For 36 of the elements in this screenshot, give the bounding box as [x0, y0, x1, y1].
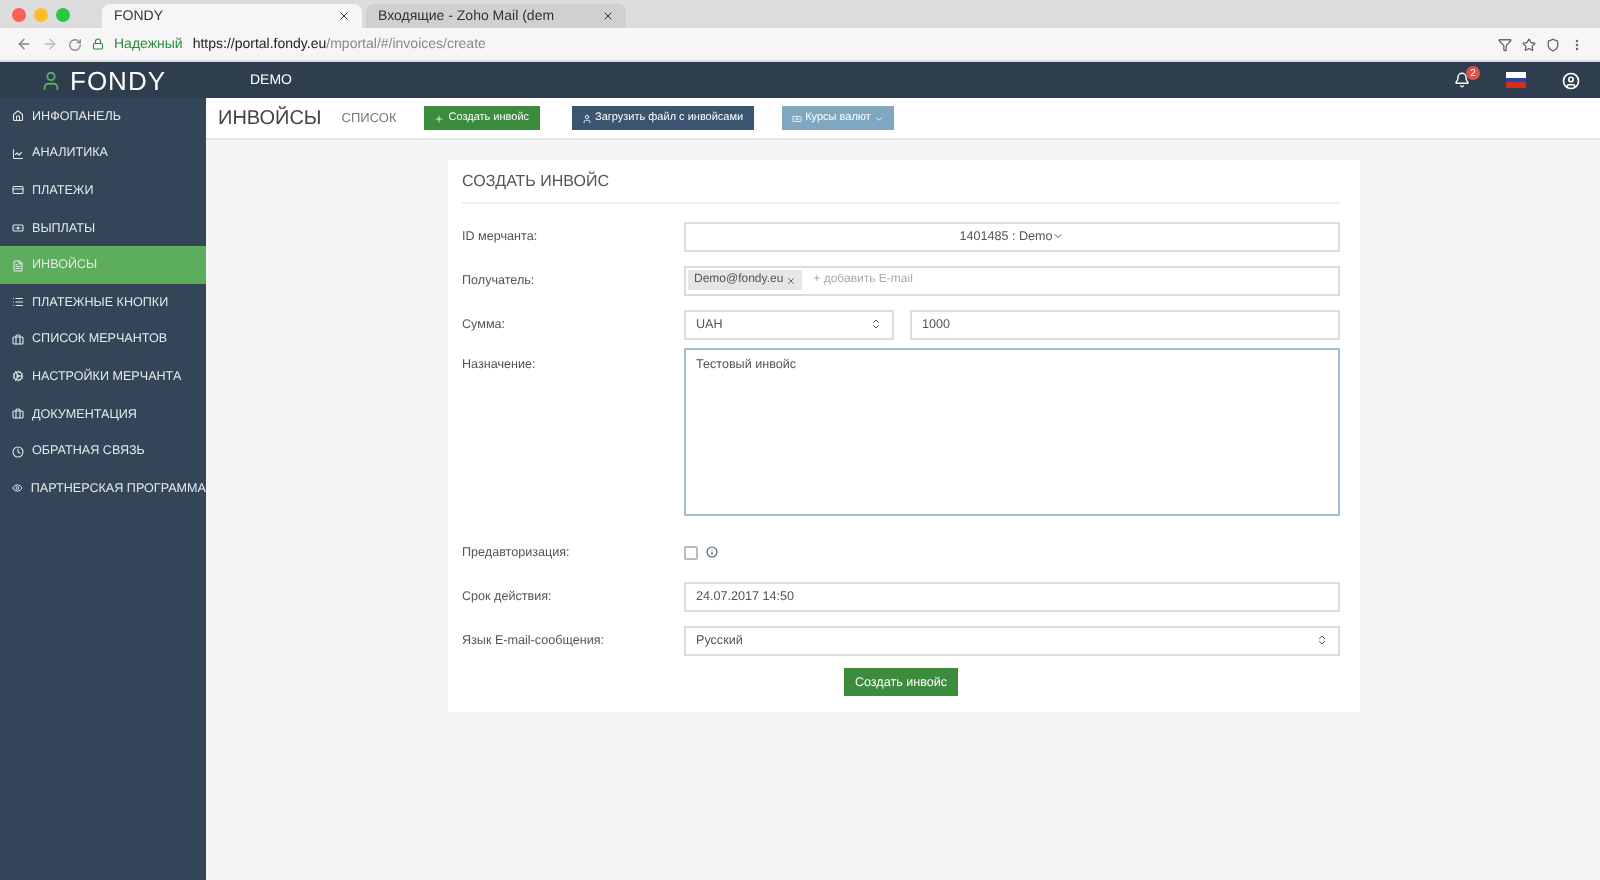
document-icon [12, 259, 24, 272]
forward-icon [42, 36, 58, 52]
gear-icon [12, 370, 24, 383]
reload-icon [68, 37, 82, 51]
clock-icon [12, 445, 24, 458]
flag-icon[interactable] [1506, 72, 1526, 88]
close-window-icon[interactable] [12, 7, 26, 21]
close-icon[interactable] [338, 10, 350, 22]
user-icon [581, 113, 592, 123]
chart-icon [12, 147, 24, 160]
close-icon[interactable] [602, 10, 614, 22]
banknote-icon [791, 113, 802, 123]
info-icon [706, 546, 718, 558]
form-title: СОЗДАТЬ ИНВОЙС [462, 172, 1340, 204]
eye-icon [12, 482, 23, 495]
star-icon [1522, 37, 1536, 51]
card-icon [12, 184, 24, 197]
preauth-checkbox[interactable] [684, 545, 698, 559]
back-icon [16, 36, 32, 52]
caret-icon [874, 113, 885, 123]
filter-icon [1498, 37, 1512, 51]
banknote-icon [12, 222, 24, 235]
briefcase-icon [12, 408, 24, 421]
menu-icon [1570, 37, 1584, 51]
page-title: ИНВОЙСЫ [218, 107, 322, 129]
briefcase-icon [12, 333, 24, 346]
shield-icon [1546, 37, 1560, 51]
list-icon [12, 296, 24, 309]
plus-icon [434, 113, 445, 123]
bell-icon [1454, 72, 1470, 88]
logo-icon [40, 69, 62, 91]
home-icon [12, 110, 24, 123]
user-icon [1562, 71, 1580, 89]
logo: FONDY [0, 65, 206, 95]
lock-icon [92, 38, 104, 50]
caret-icon [1052, 230, 1065, 242]
